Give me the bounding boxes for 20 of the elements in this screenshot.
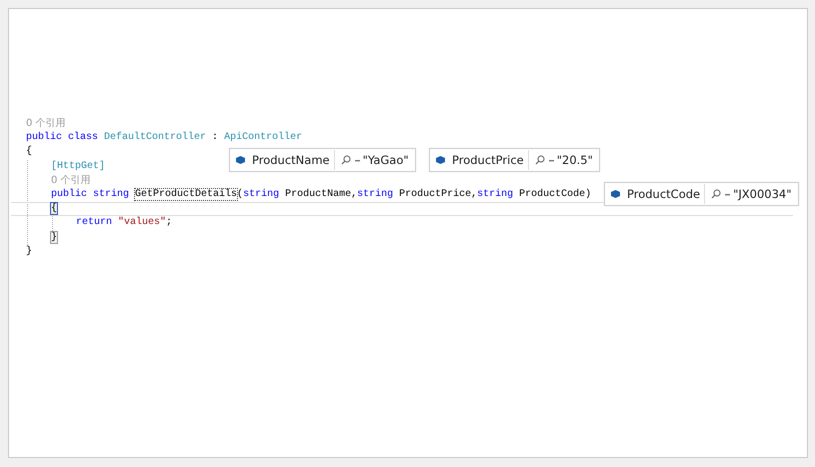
code-line: return "values"; (76, 216, 172, 230)
search-icon[interactable] (534, 155, 545, 165)
code-line: { (26, 145, 32, 160)
code-line: public string GetProductDetails(string ProductName,string ProductPrice,string ProductCode) (51, 188, 592, 202)
search-icon[interactable] (711, 189, 722, 199)
reference-count[interactable]: 0 个引用 (26, 117, 66, 132)
code-line: } (26, 244, 32, 259)
field-icon (435, 155, 446, 165)
code-line: public class DefaultController : ApiController (26, 131, 302, 146)
reference-count[interactable]: 0 个引用 (51, 174, 91, 188)
field-icon (610, 189, 621, 199)
variable-name: ProductCode (627, 187, 700, 201)
field-icon (235, 155, 246, 165)
variable-name: ProductName (252, 153, 330, 167)
code-line: [HttpGet] (51, 160, 106, 174)
variable-value: "JX00034" (733, 187, 792, 201)
variable-value: "YaGao" (362, 153, 409, 167)
variable-value: "20.5" (556, 153, 593, 167)
variable-name: ProductPrice (452, 153, 524, 167)
search-icon[interactable] (340, 155, 351, 165)
